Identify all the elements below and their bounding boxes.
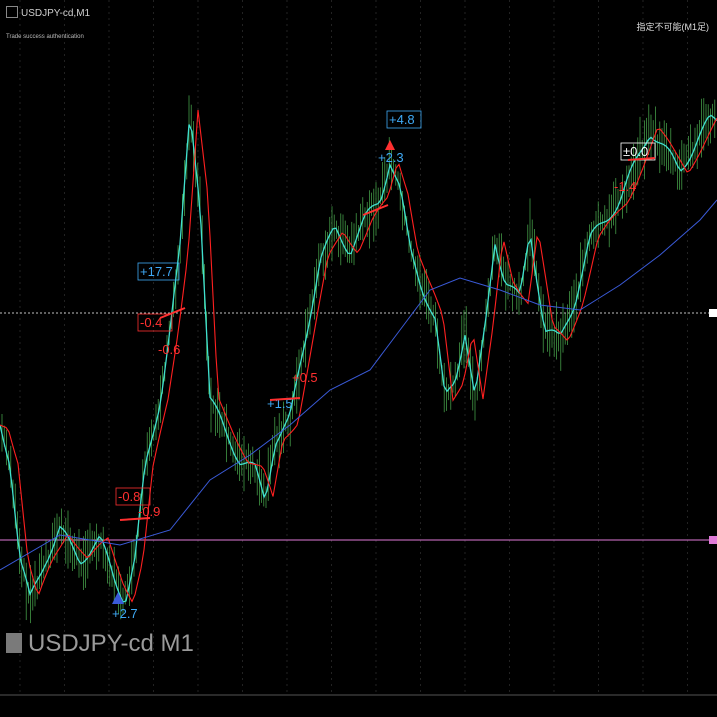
- trade-label: +0.5: [292, 370, 318, 385]
- trade-label: -0.6: [158, 342, 180, 357]
- trade-label: +17.7: [140, 264, 173, 279]
- corner-label: 指定不可能(M1足): [636, 22, 710, 32]
- trade-segment: [119, 517, 151, 521]
- trade-label: +2.3: [378, 150, 404, 165]
- chart-window[interactable]: +17.7 -0.4 -0.6 +4.8 +2.3 +1.5 +0.5 -0.8 -0.9 +2.…: [0, 0, 717, 717]
- buy-arrow-icon: [112, 592, 124, 604]
- chart-menu-icon[interactable]: [6, 6, 18, 18]
- level-line-marker[interactable]: [709, 536, 717, 544]
- trade-label: ±0.0: [623, 144, 648, 159]
- chart-title-text: USDJPY-cd,M1: [21, 8, 91, 19]
- slow-moving-average: [0, 199, 717, 571]
- watermark-icon: [6, 633, 22, 653]
- trade-label: -0.8: [118, 489, 140, 504]
- trade-label: +4.8: [389, 112, 415, 127]
- watermark-text: USDJPY-cd M1: [28, 630, 194, 657]
- trade-label: +2.7: [112, 606, 138, 621]
- symbol-watermark: USDJPY-cd M1: [6, 630, 194, 658]
- price-chart[interactable]: +17.7-0.4-0.6+4.8+2.3+1.5+0.5-0.8-0.9+2.…: [0, 0, 717, 717]
- mid-moving-average: [0, 109, 717, 603]
- fast-moving-average: [0, 114, 717, 603]
- chart-title: USDJPY-cd,M1: [6, 6, 90, 19]
- trade-label: -0.4: [140, 315, 162, 330]
- current-price-marker: [709, 309, 717, 317]
- trade-label: -1.4: [614, 179, 636, 194]
- trade-label: -0.9: [138, 504, 160, 519]
- sell-arrow-icon: [385, 140, 395, 150]
- status-text: Trade success authentication: [6, 34, 84, 40]
